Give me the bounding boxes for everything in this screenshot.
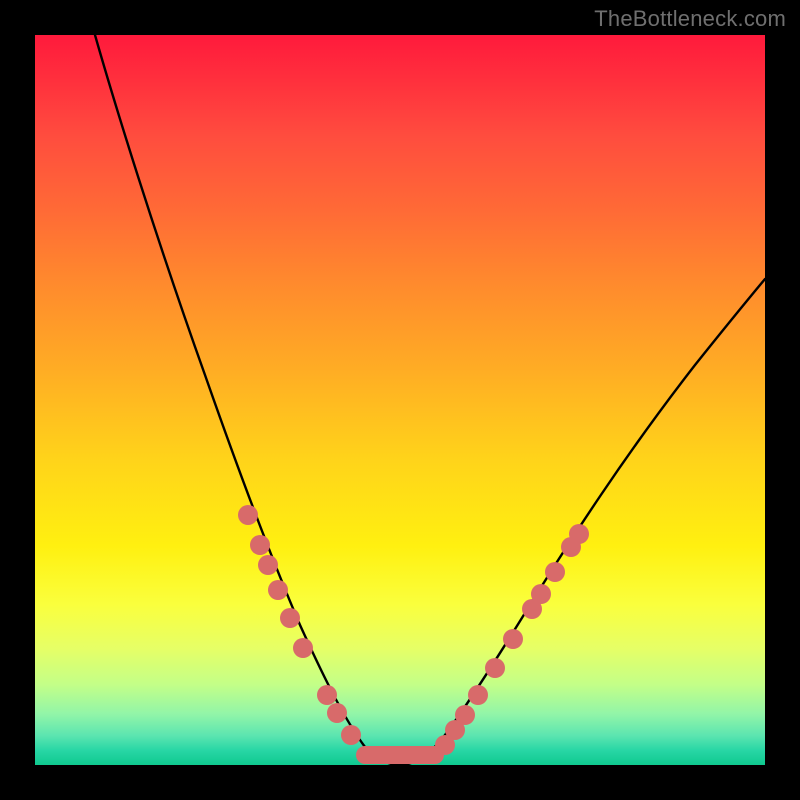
chart-svg [35,35,765,765]
marker-dot [545,562,565,582]
marker-dot [238,505,258,525]
marker-dot [569,524,589,544]
marker-dot [455,705,475,725]
marker-dot [268,580,288,600]
marker-dot [250,535,270,555]
marker-dot [503,629,523,649]
chart-frame: TheBottleneck.com [0,0,800,800]
marker-dot [327,703,347,723]
marker-dot [341,725,361,745]
watermark-text: TheBottleneck.com [594,6,786,32]
marker-dot [531,584,551,604]
bottleneck-curve [95,35,765,765]
marker-dot [317,685,337,705]
marker-dot [258,555,278,575]
marker-dot [293,638,313,658]
marker-dot [280,608,300,628]
plot-area [35,35,765,765]
marker-dot [485,658,505,678]
marker-dot [468,685,488,705]
